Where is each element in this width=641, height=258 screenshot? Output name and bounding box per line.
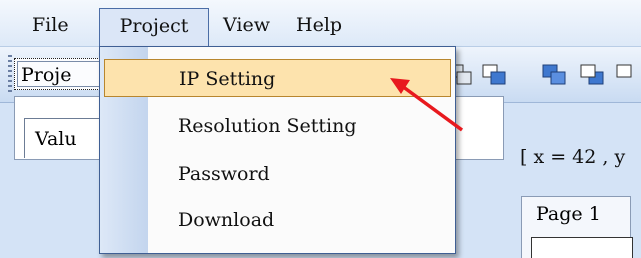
- menu-item-ip-setting[interactable]: IP Setting: [104, 59, 451, 97]
- menu-bar: File Project View Help: [0, 0, 641, 47]
- menu-view[interactable]: View: [215, 8, 278, 42]
- menu-item-resolution-setting[interactable]: Resolution Setting: [104, 107, 451, 145]
- layer-icon[interactable]: [578, 62, 608, 88]
- menu-item-password[interactable]: Password: [104, 155, 451, 193]
- tab-project[interactable]: Proje: [14, 58, 108, 90]
- menu-item-download[interactable]: Download: [104, 201, 451, 239]
- layer-icon[interactable]: [614, 62, 641, 88]
- menu-project[interactable]: Project: [99, 8, 209, 46]
- project-dropdown-menu: IP Setting Resolution Setting Password D…: [99, 46, 456, 254]
- layer-icon[interactable]: [480, 62, 510, 88]
- menu-help[interactable]: Help: [288, 8, 350, 42]
- toolbar-grip[interactable]: [8, 55, 12, 95]
- menu-file[interactable]: File: [24, 8, 77, 42]
- page-tab-label: Page 1: [536, 203, 601, 225]
- tab-page-1[interactable]: Page 1: [521, 196, 633, 258]
- cursor-coordinates: [ x = 42 , y: [520, 146, 626, 168]
- layer-icon[interactable]: [540, 62, 570, 88]
- application-window: File Project View Help Proje Valu [x = …: [0, 0, 641, 258]
- page-canvas: [531, 237, 633, 258]
